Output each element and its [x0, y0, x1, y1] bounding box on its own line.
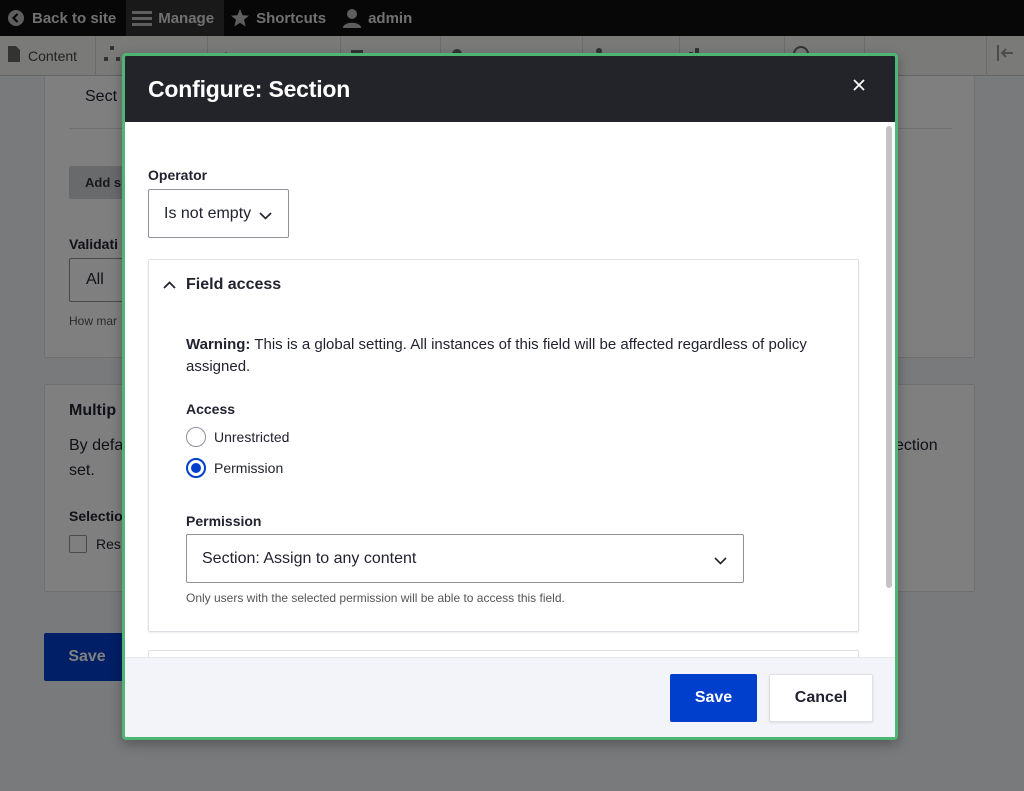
dialog-body: Operator Is not empty Field access Warni…	[125, 122, 895, 657]
access-label: Access	[186, 401, 236, 417]
radio-permission[interactable]: Permission	[186, 458, 283, 478]
chevron-down-icon	[714, 552, 727, 570]
permission-select[interactable]: Section: Assign to any content	[186, 534, 744, 583]
configure-dialog: Configure: Section Operator Is not empty…	[122, 53, 898, 740]
field-access-title: Field access	[186, 276, 282, 293]
dialog-title: Configure: Section	[148, 75, 351, 102]
operator-value: Is not empty	[164, 204, 252, 222]
warning-text: This is a global setting. All instances …	[186, 336, 807, 375]
chevron-down-icon	[259, 207, 272, 225]
save-button[interactable]: Save	[670, 674, 757, 722]
permission-help: Only users with the selected permission …	[186, 591, 565, 605]
cancel-button[interactable]: Cancel	[769, 674, 873, 722]
warning-message: Warning: This is a global setting. All i…	[186, 334, 826, 378]
field-access-summary[interactable]: Field access	[149, 260, 858, 310]
radio-label: Unrestricted	[214, 429, 290, 445]
field-access-details: Field access Warning: This is a global s…	[148, 259, 859, 632]
dialog-scrollbar[interactable]	[886, 126, 892, 588]
operator-label: Operator	[148, 167, 208, 183]
radio-button[interactable]	[186, 427, 206, 447]
operator-select[interactable]: Is not empty	[148, 189, 289, 238]
dialog-footer: Save Cancel	[125, 657, 895, 737]
radio-label: Permission	[214, 460, 284, 476]
radio-button-checked[interactable]	[186, 458, 206, 478]
permission-value: Section: Assign to any content	[202, 549, 417, 567]
radio-unrestricted[interactable]: Unrestricted	[186, 427, 289, 447]
chevron-up-icon	[163, 276, 176, 294]
close-button[interactable]	[849, 77, 869, 97]
next-details-partial	[148, 650, 859, 657]
dialog-header: Configure: Section	[125, 56, 895, 122]
warning-label: Warning:	[186, 336, 251, 353]
permission-label: Permission	[186, 513, 262, 529]
close-icon	[853, 78, 865, 96]
